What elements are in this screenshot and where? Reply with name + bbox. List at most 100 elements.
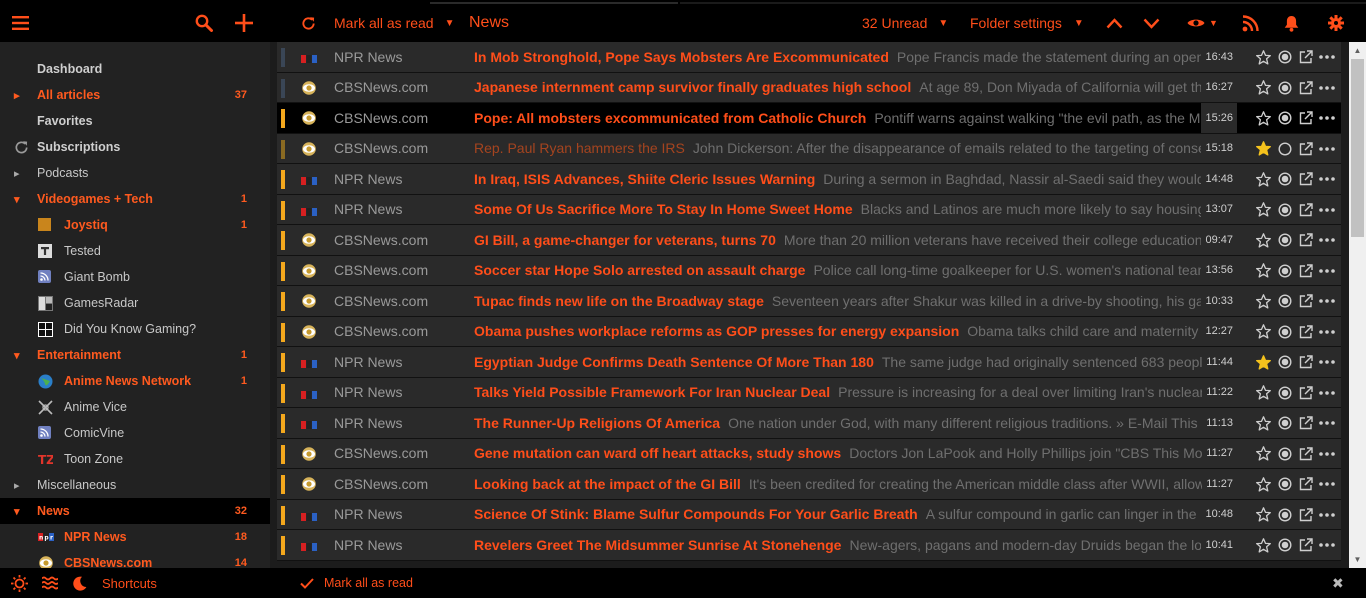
more-options-icon[interactable] <box>1318 323 1335 340</box>
article-row[interactable]: NPR News Revelers Greet The Midsummer Su… <box>277 530 1341 561</box>
article-title[interactable]: Obama pushes workplace reforms as GOP pr… <box>474 323 959 339</box>
layout-waves-icon[interactable] <box>42 568 58 598</box>
open-external-icon[interactable] <box>1297 79 1314 96</box>
sidebar-item-toon-zone[interactable]: TZ Toon Zone <box>0 446 270 472</box>
sidebar-item-news[interactable]: ▾ News 32 <box>0 498 270 524</box>
chevron-down-icon[interactable]: ▾ <box>14 193 24 206</box>
article-title[interactable]: GI Bill, a game-changer for veterans, tu… <box>474 232 776 248</box>
sidebar-item-did-you-know-gaming[interactable]: Did You Know Gaming? <box>0 316 270 342</box>
theme-sun-icon[interactable] <box>11 568 28 598</box>
night-mode-moon-icon[interactable] <box>73 568 87 598</box>
menu-icon[interactable] <box>12 2 29 44</box>
sidebar-item-miscellaneous[interactable]: ▸ Miscellaneous <box>0 472 270 498</box>
mark-read-circle-icon[interactable] <box>1276 262 1293 279</box>
article-title[interactable]: Gene mutation can ward off heart attacks… <box>474 445 841 461</box>
article-row[interactable]: CBSNews.com GI Bill, a game-changer for … <box>277 225 1341 256</box>
add-subscription-icon[interactable] <box>235 2 253 44</box>
open-external-icon[interactable] <box>1297 323 1314 340</box>
open-external-icon[interactable] <box>1297 293 1314 310</box>
more-options-icon[interactable] <box>1318 110 1335 127</box>
more-options-icon[interactable] <box>1318 537 1335 554</box>
scroll-down-arrow-icon[interactable]: ▼ <box>1349 551 1366 568</box>
article-title[interactable]: Some Of Us Sacrifice More To Stay In Hom… <box>474 201 853 217</box>
more-options-icon[interactable] <box>1318 384 1335 401</box>
more-options-icon[interactable] <box>1318 262 1335 279</box>
shortcuts-link[interactable]: Shortcuts <box>102 568 157 598</box>
article-row[interactable]: CBSNews.com Rep. Paul Ryan hammers the I… <box>277 133 1341 164</box>
mark-unread-circle-icon[interactable] <box>1276 140 1293 157</box>
footer-mark-all-read-button[interactable]: Mark all as read <box>300 568 413 598</box>
open-external-icon[interactable] <box>1297 201 1314 218</box>
refresh-icon[interactable] <box>301 2 316 44</box>
sidebar-item-subscriptions[interactable]: Subscriptions <box>0 134 270 160</box>
star-icon[interactable] <box>1255 506 1272 523</box>
more-options-icon[interactable] <box>1318 201 1335 218</box>
open-external-icon[interactable] <box>1297 262 1314 279</box>
mark-read-circle-icon[interactable] <box>1276 445 1293 462</box>
article-title[interactable]: Pope: All mobsters excommunicated from C… <box>474 110 866 126</box>
mark-read-circle-icon[interactable] <box>1276 232 1293 249</box>
sidebar-item-npr-news[interactable]: n p r NPR News 18 <box>0 524 270 550</box>
open-external-icon[interactable] <box>1297 354 1314 371</box>
star-icon[interactable] <box>1255 476 1272 493</box>
sidebar-item-podcasts[interactable]: ▸ Podcasts <box>0 160 270 186</box>
star-filled-icon[interactable] <box>1255 140 1272 157</box>
article-title[interactable]: Rep. Paul Ryan hammers the IRS <box>474 140 685 156</box>
more-options-icon[interactable] <box>1318 140 1335 157</box>
article-title[interactable]: Japanese internment camp survivor finall… <box>474 79 911 95</box>
sidebar-item-anime-vice[interactable]: Anime Vice <box>0 394 270 420</box>
close-panel-icon[interactable]: ✖ <box>1332 568 1344 598</box>
sidebar-item-gamesradar[interactable]: GamesRadar <box>0 290 270 316</box>
star-icon[interactable] <box>1255 171 1272 188</box>
chevron-right-icon[interactable]: ▸ <box>14 479 24 492</box>
star-icon[interactable] <box>1255 537 1272 554</box>
sidebar-item-comicvine[interactable]: ComicVine <box>0 420 270 446</box>
sidebar-item-tested[interactable]: Tested <box>0 238 270 264</box>
chevron-down-icon[interactable]: ▾ <box>14 505 24 518</box>
more-options-icon[interactable] <box>1318 445 1335 462</box>
chevron-down-icon[interactable]: ▾ <box>14 349 24 362</box>
more-options-icon[interactable] <box>1318 506 1335 523</box>
article-title[interactable]: The Runner-Up Religions Of America <box>474 415 720 431</box>
article-title[interactable]: Talks Yield Possible Framework For Iran … <box>474 384 830 400</box>
article-title[interactable]: Soccer star Hope Solo arrested on assaul… <box>474 262 805 278</box>
article-row[interactable]: NPR News Egyptian Judge Confirms Death S… <box>277 347 1341 378</box>
scroll-up-arrow-icon[interactable]: ▲ <box>1349 42 1366 59</box>
mark-read-circle-icon[interactable] <box>1276 476 1293 493</box>
open-external-icon[interactable] <box>1297 232 1314 249</box>
previous-article-icon[interactable] <box>1106 2 1123 44</box>
more-options-icon[interactable] <box>1318 476 1335 493</box>
article-row[interactable]: NPR News Some Of Us Sacrifice More To St… <box>277 194 1341 225</box>
article-row[interactable]: NPR News Talks Yield Possible Framework … <box>277 377 1341 408</box>
article-row[interactable]: CBSNews.com Looking back at the impact o… <box>277 469 1341 500</box>
star-icon[interactable] <box>1255 79 1272 96</box>
star-icon[interactable] <box>1255 293 1272 310</box>
more-options-icon[interactable] <box>1318 415 1335 432</box>
article-row[interactable]: CBSNews.com Japanese internment camp sur… <box>277 72 1341 103</box>
star-icon[interactable] <box>1255 262 1272 279</box>
sidebar-item-entertainment[interactable]: ▾ Entertainment 1 <box>0 342 270 368</box>
star-icon[interactable] <box>1255 445 1272 462</box>
article-row[interactable]: NPR News The Runner-Up Religions Of Amer… <box>277 408 1341 439</box>
unread-filter-dropdown[interactable]: 32 Unread ▼ <box>862 2 948 44</box>
mark-read-circle-icon[interactable] <box>1276 49 1293 66</box>
open-external-icon[interactable] <box>1297 140 1314 157</box>
star-icon[interactable] <box>1255 201 1272 218</box>
star-icon[interactable] <box>1255 384 1272 401</box>
feed-icon[interactable] <box>1242 2 1259 44</box>
mark-read-circle-icon[interactable] <box>1276 79 1293 96</box>
article-title[interactable]: Revelers Greet The Midsummer Sunrise At … <box>474 537 841 553</box>
sidebar-item-favorites[interactable]: Favorites <box>0 108 270 134</box>
more-options-icon[interactable] <box>1318 49 1335 66</box>
view-mode-dropdown[interactable]: ▼ <box>1187 2 1218 44</box>
mark-read-circle-icon[interactable] <box>1276 415 1293 432</box>
next-article-icon[interactable] <box>1143 2 1160 44</box>
article-row[interactable]: CBSNews.com Gene mutation can ward off h… <box>277 438 1341 469</box>
article-row[interactable]: CBSNews.com Pope: All mobsters excommuni… <box>277 103 1341 134</box>
star-icon[interactable] <box>1255 110 1272 127</box>
article-row[interactable]: CBSNews.com Tupac finds new life on the … <box>277 286 1341 317</box>
star-icon[interactable] <box>1255 415 1272 432</box>
open-external-icon[interactable] <box>1297 537 1314 554</box>
sidebar-item-anime-news-network[interactable]: Anime News Network 1 <box>0 368 270 394</box>
mark-read-circle-icon[interactable] <box>1276 384 1293 401</box>
